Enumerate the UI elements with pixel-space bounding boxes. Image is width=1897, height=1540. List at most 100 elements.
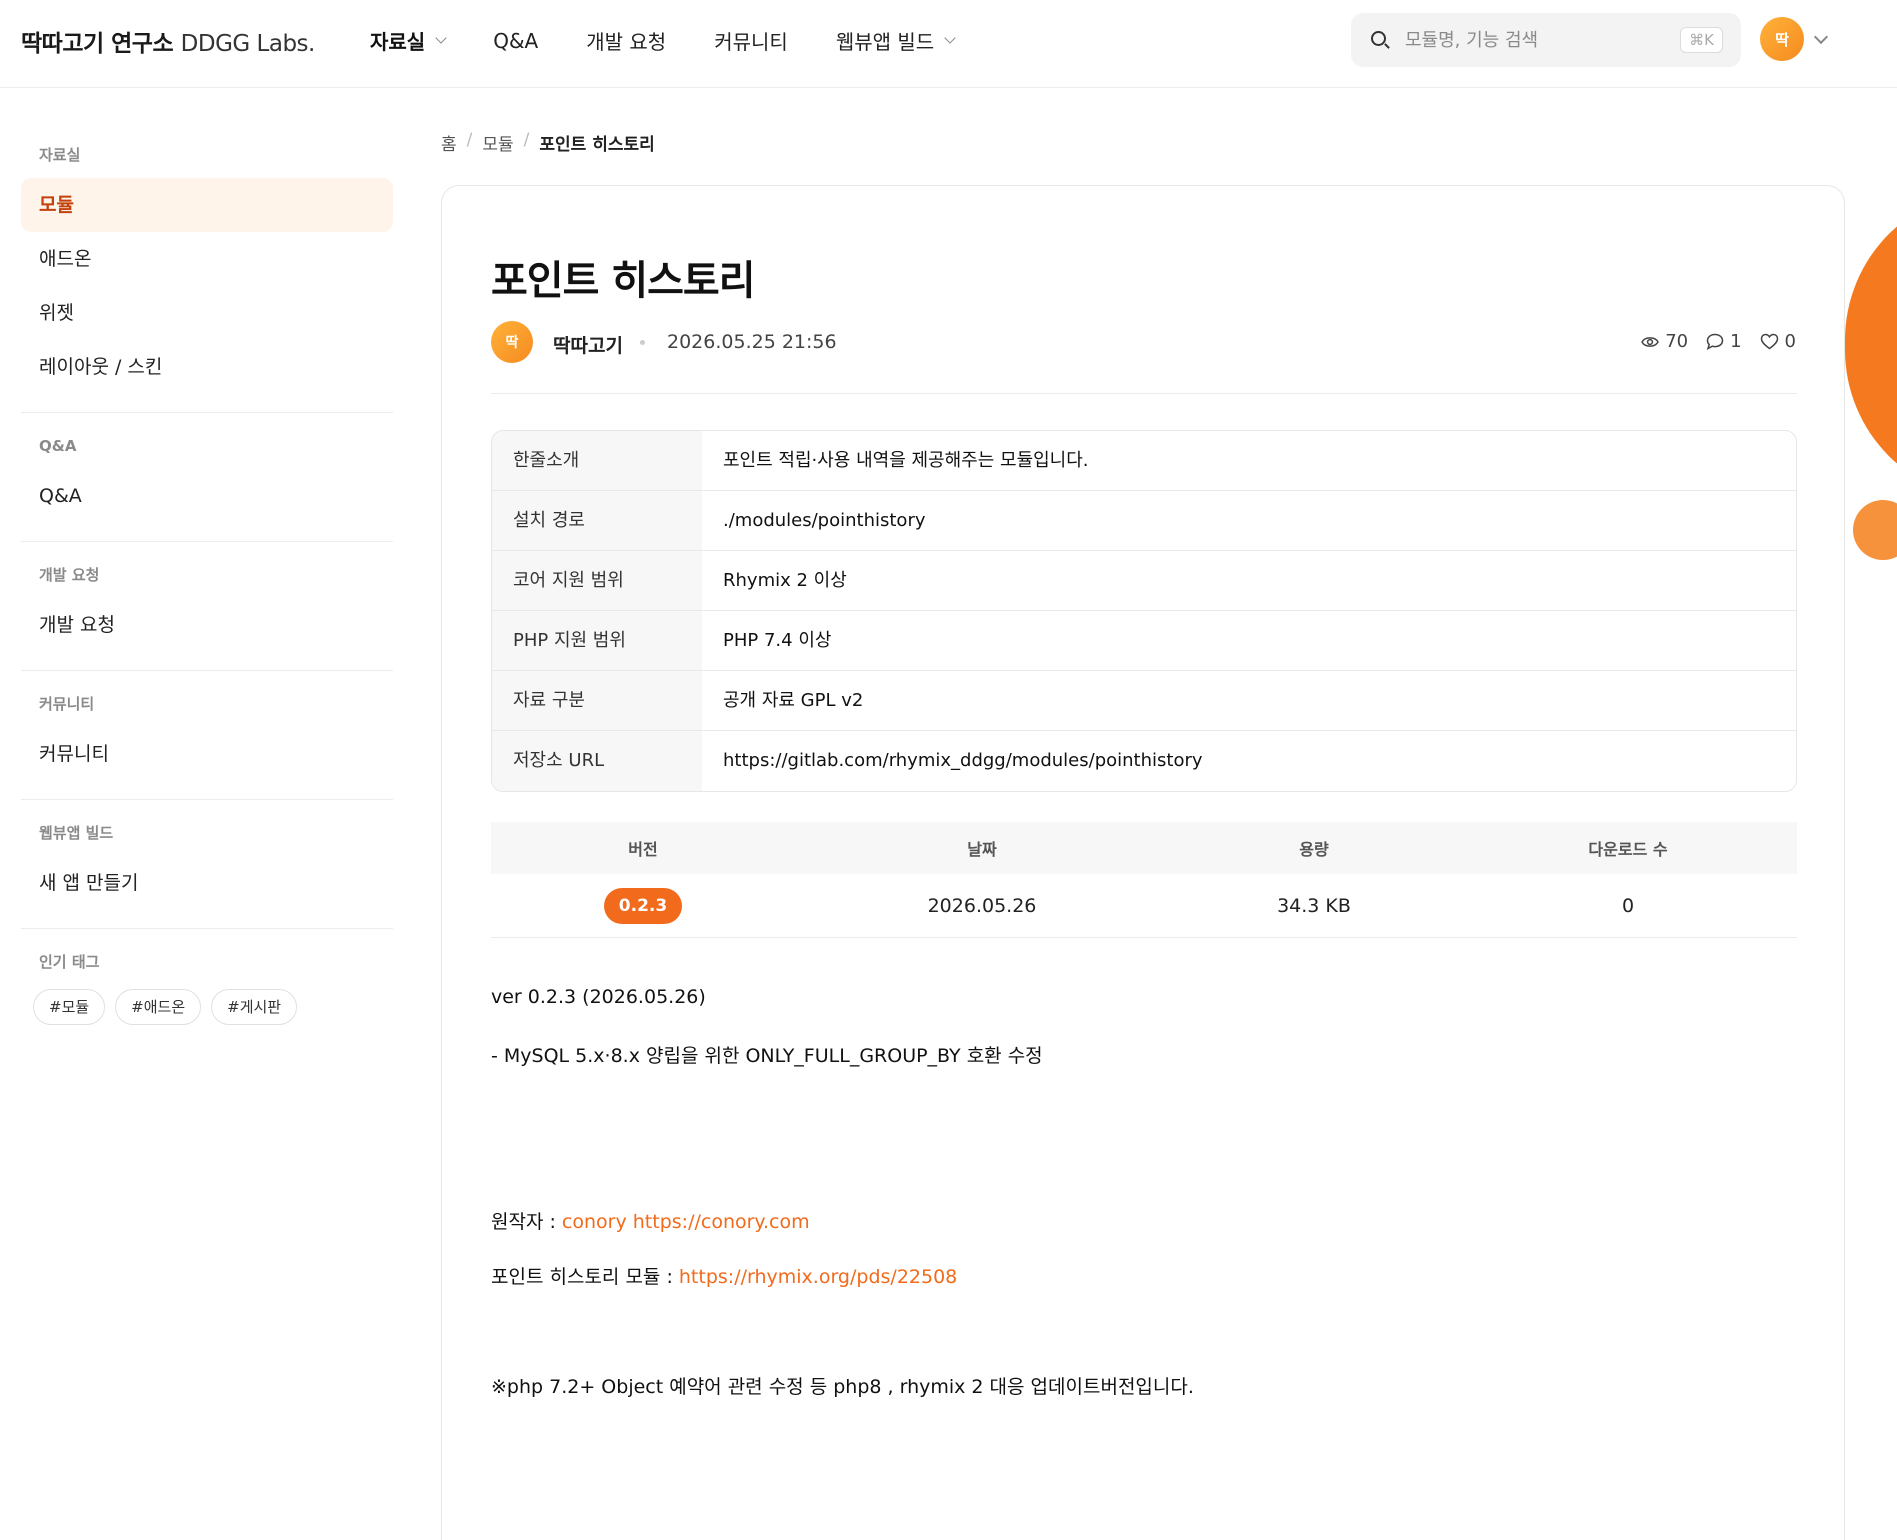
eye-icon bbox=[1641, 336, 1660, 347]
sidebar-group-title: 웹뷰앱 빌드 bbox=[39, 824, 114, 842]
original-module-link[interactable]: https://rhymix.org/pds/22508 bbox=[679, 1266, 957, 1288]
post-stats: 70 1 0 bbox=[1623, 331, 1796, 352]
changelog-item: - MySQL 5.x·8.x 양립을 위한 ONLY_FULL_GROUP_B… bbox=[491, 1045, 1043, 1067]
site-logo[interactable]: 딱따고기 연구소 DDGG Labs. bbox=[21, 24, 315, 58]
nav-item-community[interactable]: 커뮤니티 bbox=[714, 26, 788, 55]
search-input[interactable] bbox=[1405, 25, 1655, 55]
divider bbox=[491, 393, 1797, 394]
view-count: 70 bbox=[1641, 331, 1688, 352]
breadcrumb-separator: / bbox=[523, 130, 530, 150]
original-author-url[interactable]: https://conory.com bbox=[633, 1211, 810, 1233]
info-value: ./modules/pointhistory bbox=[723, 510, 926, 531]
tag-chip[interactable]: #애드온 bbox=[115, 989, 202, 1025]
sidebar-item-qna[interactable]: Q&A bbox=[21, 469, 393, 523]
table-row: 코어 지원 범위 Rhymix 2 이상 bbox=[492, 551, 1796, 611]
column-header: 날짜 bbox=[967, 840, 997, 859]
info-key: 설치 경로 bbox=[492, 491, 702, 550]
search-shortcut-hint: ⌘K bbox=[1680, 27, 1723, 53]
breadcrumb-modules[interactable]: 모듈 bbox=[482, 130, 513, 155]
chevron-down-icon[interactable] bbox=[1813, 29, 1829, 45]
decorative-orange-shape bbox=[1845, 190, 1897, 520]
table-row: 저장소 URL https://gitlab.com/rhymix_ddgg/m… bbox=[492, 731, 1796, 791]
nav-item-resources[interactable]: 자료실 bbox=[370, 26, 447, 55]
nav-item-qna[interactable]: Q&A bbox=[493, 26, 538, 55]
post-date: 2026.05.25 21:56 bbox=[667, 331, 837, 353]
sidebar-group-community: 커뮤니티 커뮤니티 bbox=[21, 689, 393, 800]
changelog-version: ver 0.2.3 (2026.05.26) bbox=[491, 986, 706, 1008]
sidebar-group-title: 커뮤니티 bbox=[39, 695, 95, 713]
view-count-value: 70 bbox=[1665, 331, 1689, 352]
original-author-label: 원작자 : bbox=[491, 1211, 562, 1233]
version-table: 버전 날짜 용량 다운로드 수 0.2.3 2026.05.26 34.3 KB… bbox=[491, 822, 1797, 938]
original-module-label: 포인트 히스토리 모듈 : bbox=[491, 1266, 679, 1288]
popular-tags: #모듈 #애드온 #게시판 bbox=[21, 985, 393, 1025]
author-name[interactable]: 딱따고기 bbox=[553, 331, 623, 358]
breadcrumb: 홈 / 모듈 / 포인트 히스토리 bbox=[441, 130, 655, 155]
info-key: 코어 지원 범위 bbox=[492, 551, 702, 610]
date-cell: 2026.05.26 bbox=[927, 894, 1037, 917]
like-count[interactable]: 0 bbox=[1760, 331, 1796, 352]
like-count-value: 0 bbox=[1784, 331, 1796, 352]
table-row: 한줄소개 포인트 적립·사용 내역을 제공해주는 모듈입니다. bbox=[492, 431, 1796, 491]
nav-label: 개발 요청 bbox=[586, 30, 667, 54]
post-card: 포인트 히스토리 딱 딱따고기 2026.05.25 21:56 70 1 0 … bbox=[441, 185, 1845, 1540]
top-navigation-bar: 딱따고기 연구소 DDGG Labs. 자료실 Q&A 개발 요청 커뮤니티 웹… bbox=[0, 0, 1897, 88]
search-icon bbox=[1371, 31, 1386, 46]
tag-chip[interactable]: #모듈 bbox=[33, 989, 106, 1025]
column-header: 다운로드 수 bbox=[1588, 840, 1668, 859]
logo-korean: 딱따고기 연구소 bbox=[21, 31, 174, 57]
nav-label: 웹뷰앱 빌드 bbox=[835, 30, 935, 54]
sidebar-group-tags: 인기 태그 #모듈 #애드온 #게시판 bbox=[21, 947, 393, 1043]
sidebar-item-addons[interactable]: 애드온 bbox=[21, 232, 393, 286]
sidebar-item-dev-request[interactable]: 개발 요청 bbox=[21, 598, 393, 652]
sidebar-item-widgets[interactable]: 위젯 bbox=[21, 286, 393, 340]
info-value: PHP 7.4 이상 bbox=[723, 630, 832, 651]
breadcrumb-current: 포인트 히스토리 bbox=[539, 135, 655, 155]
repository-url[interactable]: https://gitlab.com/rhymix_ddgg/modules/p… bbox=[702, 731, 1203, 791]
info-key: 한줄소개 bbox=[492, 431, 702, 490]
author-avatar[interactable]: 딱 bbox=[491, 321, 533, 363]
original-author-line: 원작자 : conory https://conory.com bbox=[491, 1207, 810, 1234]
sidebar: 자료실 모듈 애드온 위젯 레이아웃 / 스킨 Q&A Q&A 개발 요청 개발… bbox=[21, 140, 393, 1061]
version-cell: 0.2.3 bbox=[491, 874, 795, 937]
info-value: 포인트 적립·사용 내역을 제공해주는 모듈입니다. bbox=[723, 450, 1089, 471]
info-value: 공개 자료 GPL v2 bbox=[723, 690, 864, 711]
column-header: 용량 bbox=[1299, 840, 1329, 859]
table-row: PHP 지원 범위 PHP 7.4 이상 bbox=[492, 611, 1796, 671]
sidebar-group-title: 자료실 bbox=[39, 146, 81, 164]
original-author-link[interactable]: conory bbox=[562, 1211, 627, 1233]
search-box[interactable]: ⌘K bbox=[1351, 13, 1741, 67]
sidebar-group-dev-request: 개발 요청 개발 요청 bbox=[21, 560, 393, 671]
info-value: Rhymix 2 이상 bbox=[723, 570, 847, 591]
chevron-down-icon bbox=[944, 31, 956, 44]
info-key: 저장소 URL bbox=[492, 731, 702, 791]
table-row: 0.2.3 2026.05.26 34.3 KB 0 bbox=[491, 874, 1797, 938]
downloads-cell: 0 bbox=[1621, 894, 1635, 917]
comment-count[interactable]: 1 bbox=[1706, 331, 1742, 352]
nav-label: 자료실 bbox=[370, 30, 426, 54]
tag-chip[interactable]: #게시판 bbox=[211, 989, 298, 1025]
table-row: 자료 구분 공개 자료 GPL v2 bbox=[492, 671, 1796, 731]
info-key: 자료 구분 bbox=[492, 671, 702, 730]
chevron-down-icon bbox=[435, 31, 447, 44]
sidebar-item-new-app[interactable]: 새 앱 만들기 bbox=[21, 856, 393, 910]
nav-item-webview-build[interactable]: 웹뷰앱 빌드 bbox=[835, 26, 956, 55]
meta-separator-dot bbox=[640, 340, 645, 345]
breadcrumb-separator: / bbox=[466, 130, 473, 150]
version-download-badge[interactable]: 0.2.3 bbox=[603, 887, 683, 924]
main-nav: 자료실 Q&A 개발 요청 커뮤니티 웹뷰앱 빌드 bbox=[370, 26, 1002, 55]
sidebar-item-modules[interactable]: 모듈 bbox=[21, 178, 393, 232]
sidebar-item-layouts[interactable]: 레이아웃 / 스킨 bbox=[21, 340, 393, 394]
user-avatar[interactable]: 딱 bbox=[1760, 17, 1804, 61]
size-cell: 34.3 KB bbox=[1277, 894, 1351, 917]
sidebar-item-community[interactable]: 커뮤니티 bbox=[21, 727, 393, 781]
original-module-line: 포인트 히스토리 모듈 : https://rhymix.org/pds/225… bbox=[491, 1262, 957, 1289]
nav-label: 커뮤니티 bbox=[714, 30, 788, 54]
heart-icon bbox=[1760, 333, 1778, 350]
comment-count-value: 1 bbox=[1730, 331, 1742, 352]
page-title: 포인트 히스토리 bbox=[491, 258, 756, 304]
sidebar-group-title: Q&A bbox=[39, 437, 77, 455]
nav-item-dev-request[interactable]: 개발 요청 bbox=[586, 26, 666, 55]
sidebar-group-title: 인기 태그 bbox=[39, 953, 100, 971]
breadcrumb-home[interactable]: 홈 bbox=[441, 130, 457, 155]
